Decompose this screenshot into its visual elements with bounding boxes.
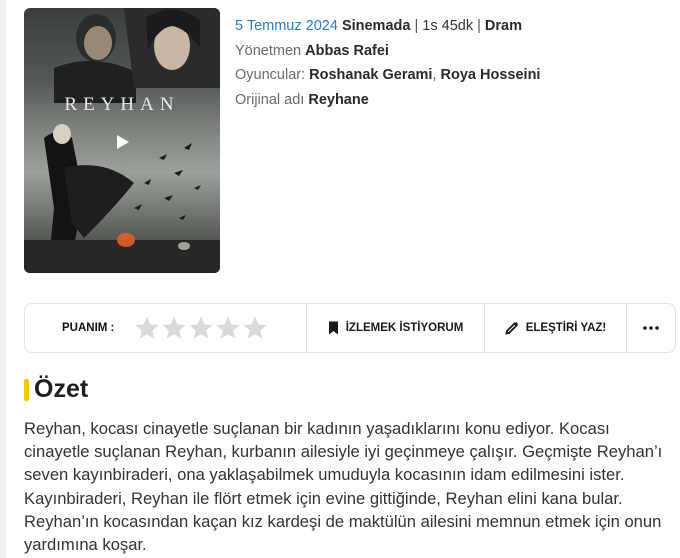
cast-row: Oyuncular: Roshanak Gerami, Roya Hossein…: [235, 63, 540, 88]
play-trailer-button[interactable]: [110, 129, 136, 155]
release-date[interactable]: 5 Temmuz 2024: [235, 18, 338, 34]
star-icon[interactable]: [242, 315, 268, 341]
meta-separator: |: [477, 18, 481, 34]
more-options-button[interactable]: [627, 304, 675, 352]
director-link[interactable]: Abbas Rafei: [305, 43, 389, 59]
more-dots-icon: [643, 326, 659, 330]
cast-label: Oyuncular:: [235, 67, 306, 83]
summary-heading: Özet: [24, 375, 88, 404]
pencil-icon: [505, 321, 518, 335]
cast-separator: ,: [432, 67, 437, 83]
original-title: Reyhane: [308, 91, 369, 108]
rating-section: PUANIM :: [25, 304, 307, 352]
cast-link[interactable]: Roya Hosseini: [441, 67, 541, 83]
action-bar: PUANIM : İZLEMEK İSTİYORUM ELEŞTİRİ YAZ!: [24, 303, 676, 353]
star-icon[interactable]: [134, 315, 160, 341]
release-status: Sinemada: [341, 18, 411, 34]
rating-label: PUANIM :: [62, 322, 115, 334]
movie-meta: 5 Temmuz 2024 Sinemada | 1s 45dk | Dram …: [235, 14, 540, 112]
bookmark-icon: [328, 321, 338, 335]
original-title-label: Orijinal adı: [235, 91, 305, 108]
poster-title: REYHAN: [64, 94, 180, 115]
original-title-row: Orijinal adı Reyhane: [235, 88, 540, 113]
rating-stars: [134, 315, 268, 341]
watchlist-button[interactable]: İZLEMEK İSTİYORUM: [307, 304, 485, 352]
write-review-label: ELEŞTİRİ YAZ!: [525, 322, 607, 334]
summary-title: Özet: [34, 375, 89, 403]
star-icon[interactable]: [215, 315, 241, 341]
genre-link[interactable]: Dram: [485, 18, 522, 34]
watchlist-label: İZLEMEK İSTİYORUM: [345, 322, 464, 334]
movie-poster[interactable]: REYHAN: [24, 8, 220, 273]
release-row: 5 Temmuz 2024 Sinemada | 1s 45dk | Dram: [235, 14, 540, 39]
page-left-edge: [0, 0, 6, 558]
meta-separator: |: [414, 18, 419, 34]
heading-accent-bar: [24, 378, 29, 401]
play-icon: [117, 135, 129, 149]
cast-link[interactable]: Roshanak Gerami: [309, 67, 432, 83]
star-icon[interactable]: [188, 315, 214, 341]
duration: 1s 45dk: [422, 18, 474, 34]
director-row: Yönetmen Abbas Rafei: [235, 39, 540, 64]
star-icon[interactable]: [161, 315, 187, 341]
director-label: Yönetmen: [235, 42, 302, 59]
summary-text: Reyhan, kocası cinayetle suçlanan bir ka…: [24, 419, 663, 555]
write-review-button[interactable]: ELEŞTİRİ YAZ!: [485, 304, 627, 352]
